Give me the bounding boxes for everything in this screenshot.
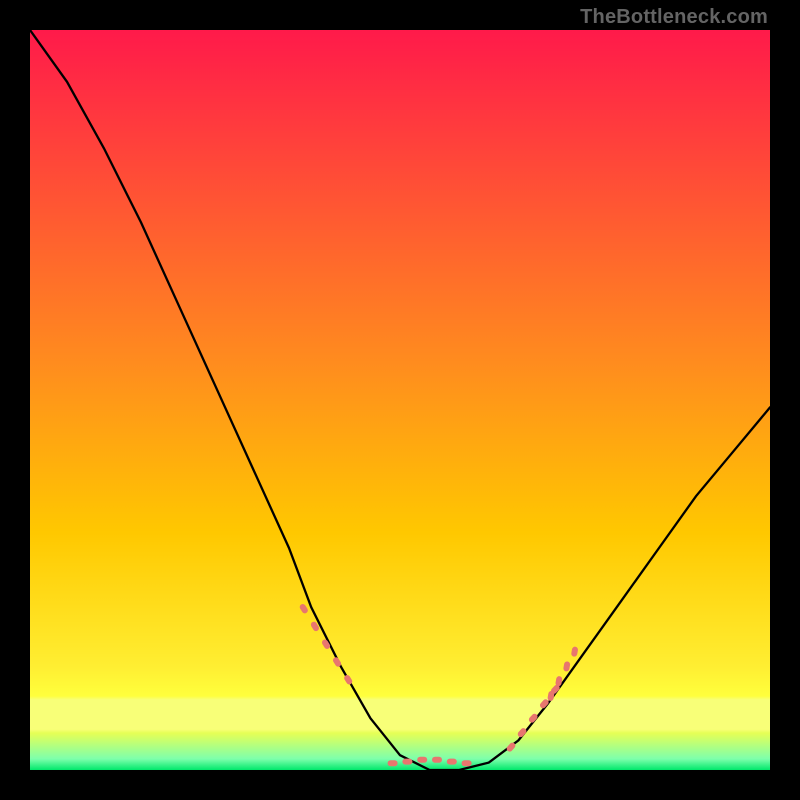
- gradient-background: [30, 30, 770, 770]
- data-marker: [417, 757, 427, 763]
- chart-frame: TheBottleneck.com: [0, 0, 800, 800]
- data-marker: [402, 759, 412, 765]
- bottleneck-curve-chart: [30, 30, 770, 770]
- plot-area: [30, 30, 770, 770]
- data-marker: [447, 759, 457, 765]
- data-marker: [388, 760, 398, 766]
- watermark-text: TheBottleneck.com: [580, 6, 768, 29]
- data-marker: [462, 760, 472, 766]
- data-marker: [432, 757, 442, 763]
